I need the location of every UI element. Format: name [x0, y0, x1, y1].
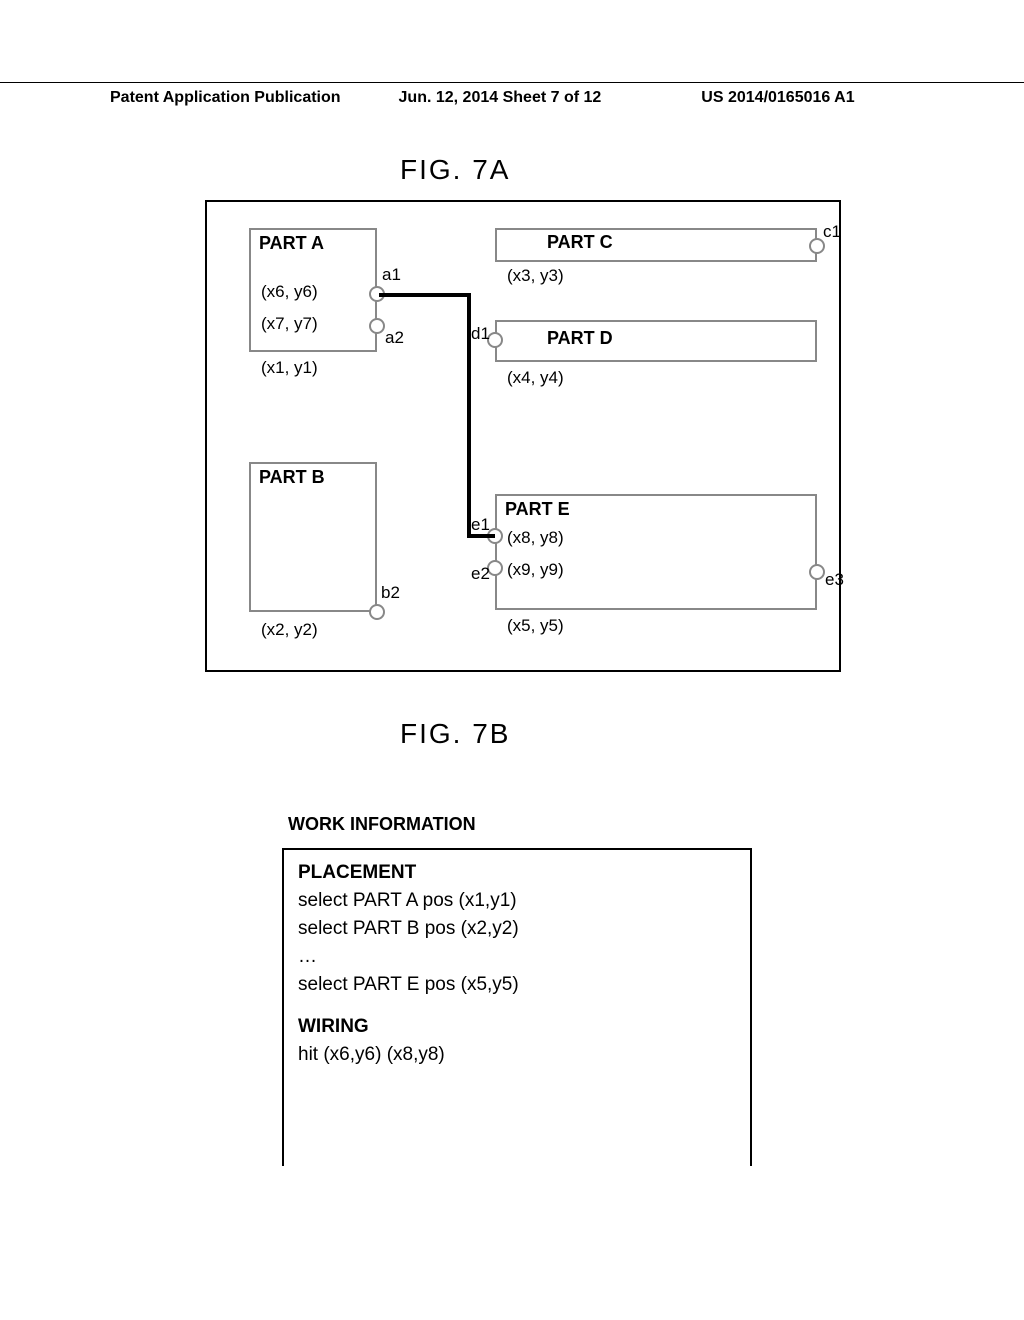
- pin-e2-label: e2: [471, 564, 490, 584]
- work-info-title: WORK INFORMATION: [288, 814, 476, 835]
- page-header: Patent Application Publication Jun. 12, …: [0, 82, 1024, 107]
- header-mid: Jun. 12, 2014 Sheet 7 of 12: [399, 89, 602, 107]
- wire-seg-3: [467, 534, 495, 538]
- fig-7a-diagram: PART A a1 (x6, y6) a2 (x7, y7) (x1, y1) …: [205, 200, 841, 672]
- pin-b2-label: b2: [381, 583, 400, 603]
- part-b-label: PART B: [259, 467, 325, 488]
- pin-a2: [369, 318, 385, 334]
- placement-line-2: …: [298, 946, 736, 968]
- part-b-box: PART B: [249, 462, 377, 612]
- part-e-label: PART E: [505, 499, 570, 520]
- fig-7a-label: FIG. 7A: [400, 154, 510, 186]
- placement-line-1: select PART B pos (x2,y2): [298, 918, 736, 940]
- part-c-label: PART C: [547, 232, 613, 253]
- placement-line-0: select PART A pos (x1,y1): [298, 890, 736, 912]
- pin-a2-label: a2: [385, 328, 404, 348]
- pin-e1-coord: (x8, y8): [507, 528, 564, 548]
- work-info-box: PLACEMENT select PART A pos (x1,y1) sele…: [282, 848, 752, 1166]
- part-e-coord: (x5, y5): [507, 616, 564, 636]
- wiring-head: WIRING: [298, 1016, 736, 1038]
- header-left: Patent Application Publication: [110, 89, 341, 107]
- pin-e3-label: e3: [825, 570, 844, 590]
- part-e-box: PART E: [495, 494, 817, 610]
- part-c-box: PART C: [495, 228, 817, 262]
- wire-seg-1: [379, 293, 471, 297]
- pin-a2-coord: (x7, y7): [261, 314, 318, 334]
- pin-d1-label: d1: [471, 324, 490, 344]
- pin-e2-coord: (x9, y9): [507, 560, 564, 580]
- part-b-coord: (x2, y2): [261, 620, 318, 640]
- fig-7b-label: FIG. 7B: [400, 718, 510, 750]
- part-d-coord: (x4, y4): [507, 368, 564, 388]
- pin-a1-coord: (x6, y6): [261, 282, 318, 302]
- pin-a1-label: a1: [382, 265, 401, 285]
- placement-line-3: select PART E pos (x5,y5): [298, 974, 736, 996]
- pin-b2: [369, 604, 385, 620]
- part-a-coord: (x1, y1): [261, 358, 318, 378]
- part-d-label: PART D: [547, 328, 613, 349]
- pin-e1-label: e1: [471, 515, 490, 535]
- part-a-label: PART A: [259, 233, 324, 254]
- wiring-line-0: hit (x6,y6) (x8,y8): [298, 1044, 736, 1066]
- placement-head: PLACEMENT: [298, 862, 736, 884]
- pin-c1-label: c1: [823, 222, 841, 242]
- pin-e3: [809, 564, 825, 580]
- wire-seg-2: [467, 293, 471, 537]
- part-d-box: PART D: [495, 320, 817, 362]
- part-c-coord: (x3, y3): [507, 266, 564, 286]
- header-right: US 2014/0165016 A1: [701, 89, 854, 107]
